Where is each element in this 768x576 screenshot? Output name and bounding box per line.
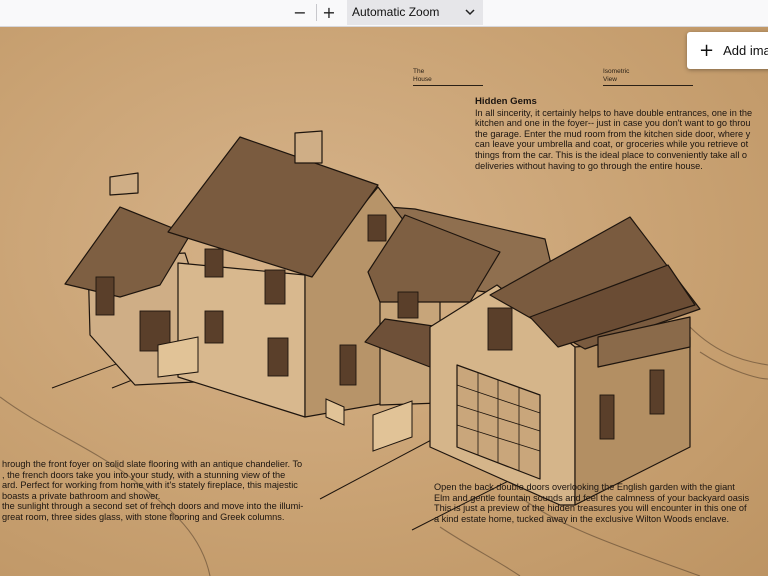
caption-isometric-view-line-1: Isometric (603, 68, 630, 75)
caption-underline (603, 85, 693, 86)
hidden-gems-line: kitchen and one in the foyer-- just in c… (475, 118, 751, 129)
foyer-description-line: great room, three sides glass, with ston… (2, 511, 285, 522)
caption-isometric-view-line-2: View (603, 76, 617, 83)
hidden-gems-line: the garage. Enter the mud room from the … (475, 128, 751, 139)
foyer-description-line: ard. Perfect for working from home with … (2, 480, 298, 491)
backyard-description-line: Open the back double doors overlooking t… (434, 482, 735, 492)
zoom-in-button[interactable]: + (317, 1, 341, 23)
hidden-gems-line: things from the car. This is the ideal p… (475, 149, 748, 160)
hidden-gems-heading: Hidden Gems (475, 96, 537, 107)
add-image-label: Add ima (723, 43, 768, 58)
caption-underline (413, 85, 483, 86)
backyard-description-line: a kind estate home, tucked away in the e… (434, 513, 730, 524)
foyer-description-line: hrough the front foyer on solid slate fl… (2, 459, 303, 469)
hidden-gems-block: Hidden Gems In all sincerity, it certain… (475, 96, 753, 171)
hidden-gems-line: can leave your umbrella and coat, or gro… (475, 139, 749, 150)
document-page: The House Isometric View Hidden Gems In … (0, 27, 768, 576)
caption-the-house: The House (413, 68, 483, 86)
pdf-toolbar: − + Automatic Zoom (0, 0, 768, 27)
foyer-description-line: , the french doors take you into your st… (2, 469, 286, 480)
foyer-description-block: hrough the front foyer on solid slate fl… (2, 459, 303, 523)
hidden-gems-line: deliveries without having to go through … (475, 160, 703, 171)
caption-the-house-line-1: The (413, 68, 425, 75)
add-image-button[interactable]: + Add ima (687, 32, 768, 69)
zoom-select[interactable]: Automatic Zoom (347, 0, 483, 25)
zoom-out-button[interactable]: − (288, 1, 312, 23)
zoom-select-value: Automatic Zoom (352, 5, 440, 19)
plus-icon: + (322, 2, 336, 22)
foyer-description-line: the sunlight through a second set of fre… (2, 501, 304, 512)
foyer-description-line: boasts a private bathroom and shower. (2, 490, 161, 501)
caption-the-house-line-2: House (413, 76, 432, 83)
backyard-description-line: Elm and gentle fountain sounds and feel … (434, 492, 750, 503)
minus-icon: − (293, 2, 307, 22)
hidden-gems-line: In all sincerity, it certainly helps to … (475, 107, 753, 118)
backyard-description-block: Open the back double doors overlooking t… (434, 482, 749, 524)
plus-icon: + (699, 39, 715, 61)
caption-isometric-view: Isometric View (603, 68, 693, 86)
backyard-description-line: This is just a preview of the hidden tre… (434, 503, 747, 514)
